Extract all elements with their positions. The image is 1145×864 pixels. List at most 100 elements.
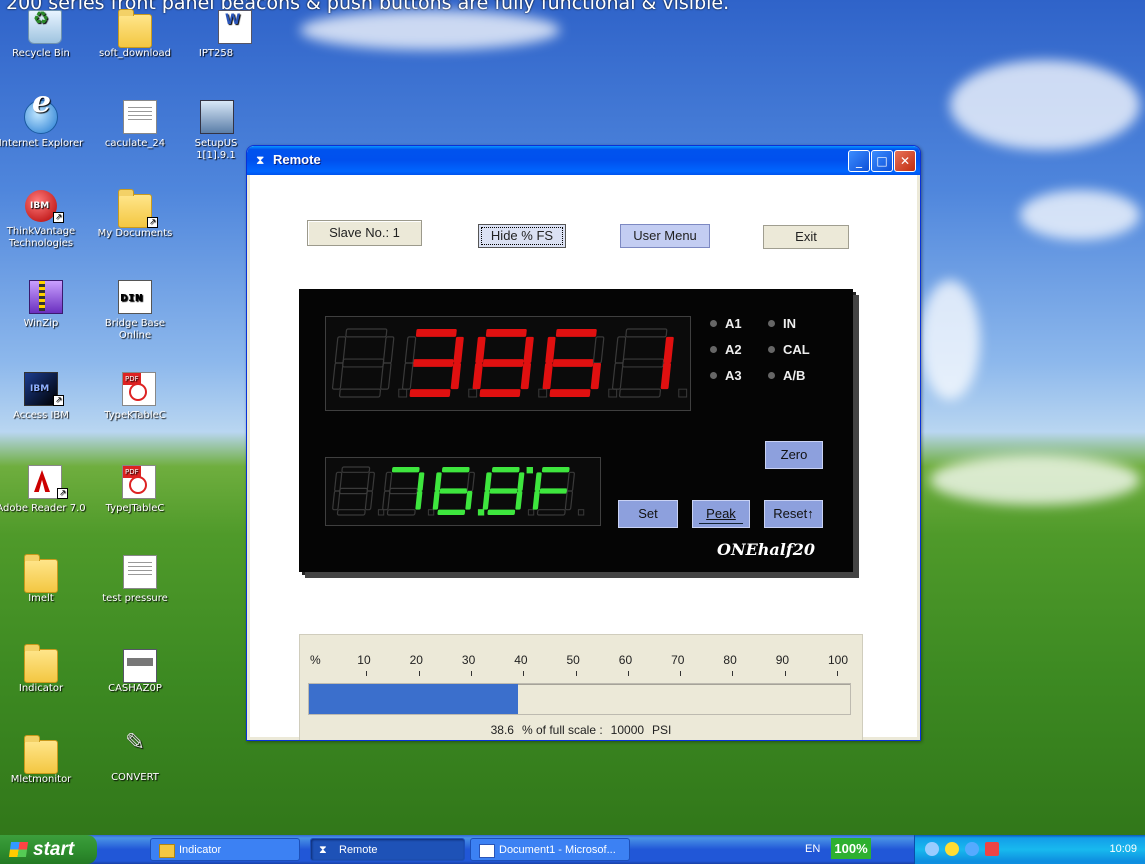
decimal-point: [468, 388, 478, 398]
desktop-icon-label: soft_download: [99, 48, 171, 59]
shortcut-arrow-icon: ↗: [53, 212, 64, 223]
desktop-icon-caculate-24[interactable]: caculate_24: [90, 100, 180, 150]
desktop-icon-indicator[interactable]: Indicator: [0, 644, 86, 695]
brand-logo: ONEhalf20: [717, 540, 815, 559]
segment-e: [532, 491, 540, 510]
taskbar-item-remote[interactable]: ⧗ Remote: [310, 838, 465, 861]
desktop-icon-my-documents[interactable]: ↗ My Documents: [90, 189, 180, 240]
segment-g: [389, 487, 418, 495]
desktop-icon-ipt258[interactable]: IPT258: [186, 10, 252, 60]
segment-c: [590, 363, 602, 390]
desktop-icon-bridge-base-online[interactable]: Bridge Base Online: [90, 280, 180, 342]
desktop-icon-internet-explorer[interactable]: Internet Explorer: [0, 97, 86, 150]
scale-tick-label: 100: [828, 653, 849, 667]
desktop-icon-winzip[interactable]: WinZip: [0, 280, 86, 330]
segment-e: [611, 362, 624, 390]
segment-g: [482, 359, 524, 367]
taskbar: start Indicator ⧗ Remote Document1 - Mic…: [0, 835, 1145, 864]
taskbar-item-document1[interactable]: Document1 - Microsof...: [470, 838, 630, 861]
bridge-base-icon: [118, 280, 152, 314]
desktop-icon-adobe-reader-7-0[interactable]: ↗ Adobe Reader 7.0: [0, 465, 86, 515]
secondary-display-digits: [332, 466, 585, 516]
exit-button[interactable]: Exit: [763, 225, 849, 249]
text-document-icon: [123, 555, 157, 589]
signal-icon[interactable]: [985, 842, 999, 856]
shortcut-arrow-icon: ↗: [53, 395, 64, 406]
desktop-icon-recycle-bin[interactable]: Recycle Bin: [0, 10, 86, 60]
maximize-button[interactable]: □: [871, 150, 893, 172]
thinkvantage-icon: ↗: [25, 190, 64, 223]
clock: 10:09: [1109, 843, 1137, 855]
zoom-indicator[interactable]: 100%: [831, 838, 871, 859]
desktop-icon-typektablec[interactable]: TypeKTableC: [90, 372, 180, 422]
desktop-icon-label: CASHAZ0P: [108, 683, 162, 694]
segment-g: [552, 359, 594, 367]
segment-f: [545, 336, 556, 363]
decimal-point: [377, 509, 385, 516]
peak-button[interactable]: Peak: [692, 500, 750, 528]
set-button[interactable]: Set: [618, 500, 678, 528]
desktop-icon-thinkvantage-technologies[interactable]: ↗ ThinkVantage Technologies: [0, 190, 86, 250]
desktop-icon-cashaz0p[interactable]: CASHAZ0P: [90, 645, 180, 695]
minimize-button[interactable]: _: [848, 150, 870, 172]
folder-icon: [24, 644, 58, 683]
scale-tick-mark: [680, 671, 682, 676]
segment-d: [437, 509, 466, 516]
segment-c: [520, 363, 532, 390]
desktop-icon-imelt[interactable]: Imelt: [0, 554, 86, 605]
scale-tick-label: 80: [723, 653, 737, 667]
segment-g: [342, 358, 385, 368]
desktop-icon-label: Bridge Base Online: [104, 318, 166, 341]
cloud: [950, 60, 1140, 150]
hide-fs-button[interactable]: Hide % FS: [478, 224, 566, 248]
segment-f: [404, 336, 417, 364]
desktop-icon-test-pressure[interactable]: test pressure: [90, 555, 180, 605]
language-indicator[interactable]: EN: [805, 843, 820, 855]
remote-window[interactable]: ⧗ Remote _ □ ✕ Slave No.: 1 Hide % FS Us…: [246, 145, 921, 741]
desktop-icon-label: Access IBM: [13, 410, 69, 421]
decimal-point: [538, 388, 548, 398]
slave-number-label: Slave No.: 1: [307, 220, 422, 246]
desktop-icon-label: TypeKTableC: [104, 410, 166, 421]
setup-icon: [200, 100, 234, 134]
desktop-icon-mletmonitor[interactable]: Mletmonitor: [0, 735, 86, 786]
segment-b: [417, 472, 425, 491]
desktop-icon-access-ibm[interactable]: ↗ Access IBM: [0, 372, 86, 422]
recycle-bin-icon: [28, 10, 62, 44]
decimal-point: [577, 509, 585, 516]
hourglass-icon: ⧗: [319, 844, 327, 856]
reset-button[interactable]: Reset↑: [764, 500, 823, 528]
segment-f: [334, 471, 343, 492]
connection-icon[interactable]: [965, 842, 979, 856]
scale-tick-mark: [470, 671, 472, 676]
security-shield-icon[interactable]: [945, 842, 959, 856]
close-button[interactable]: ✕: [894, 150, 916, 172]
window-titlebar[interactable]: ⧗ Remote _ □ ✕: [247, 146, 920, 175]
indicator-label: A/B: [783, 368, 806, 383]
start-button[interactable]: start: [0, 835, 97, 864]
desktop-icon-label: SetupUS 1[1].9.1: [194, 138, 238, 161]
segment-d: [338, 388, 382, 398]
user-menu-button[interactable]: User Menu: [620, 224, 710, 248]
decimal-point: [608, 388, 618, 398]
desktop-icon-label: Recycle Bin: [12, 48, 70, 59]
decimal-point: [398, 388, 408, 398]
segment-d: [336, 509, 366, 516]
segment-a: [391, 467, 420, 473]
taskbar-item-label: Indicator: [179, 844, 222, 856]
segment-e: [401, 362, 414, 390]
desktop-icon-soft-download[interactable]: soft_download: [90, 9, 180, 60]
zero-button[interactable]: Zero: [765, 441, 823, 469]
desktop-icon-setupus-1-1-9-1[interactable]: SetupUS 1[1].9.1: [186, 100, 246, 162]
taskbar-item-indicator[interactable]: Indicator: [150, 838, 300, 861]
desktop-icon-label: Internet Explorer: [0, 138, 84, 149]
desktop-icon-convert[interactable]: CONVERT: [90, 736, 180, 784]
desktop-icon-typejtablec[interactable]: TypeJTableC: [90, 465, 180, 515]
full-scale-bar-fill: [309, 684, 518, 714]
decimal-point: [477, 509, 485, 516]
caption-text: % of full scale :: [521, 723, 603, 737]
indicator-in: IN: [768, 316, 796, 331]
window-client-area: Slave No.: 1 Hide % FS User Menu Exit A1…: [250, 175, 917, 740]
network-icon[interactable]: [925, 842, 939, 856]
desktop-icon-label: IPT258: [198, 48, 234, 59]
